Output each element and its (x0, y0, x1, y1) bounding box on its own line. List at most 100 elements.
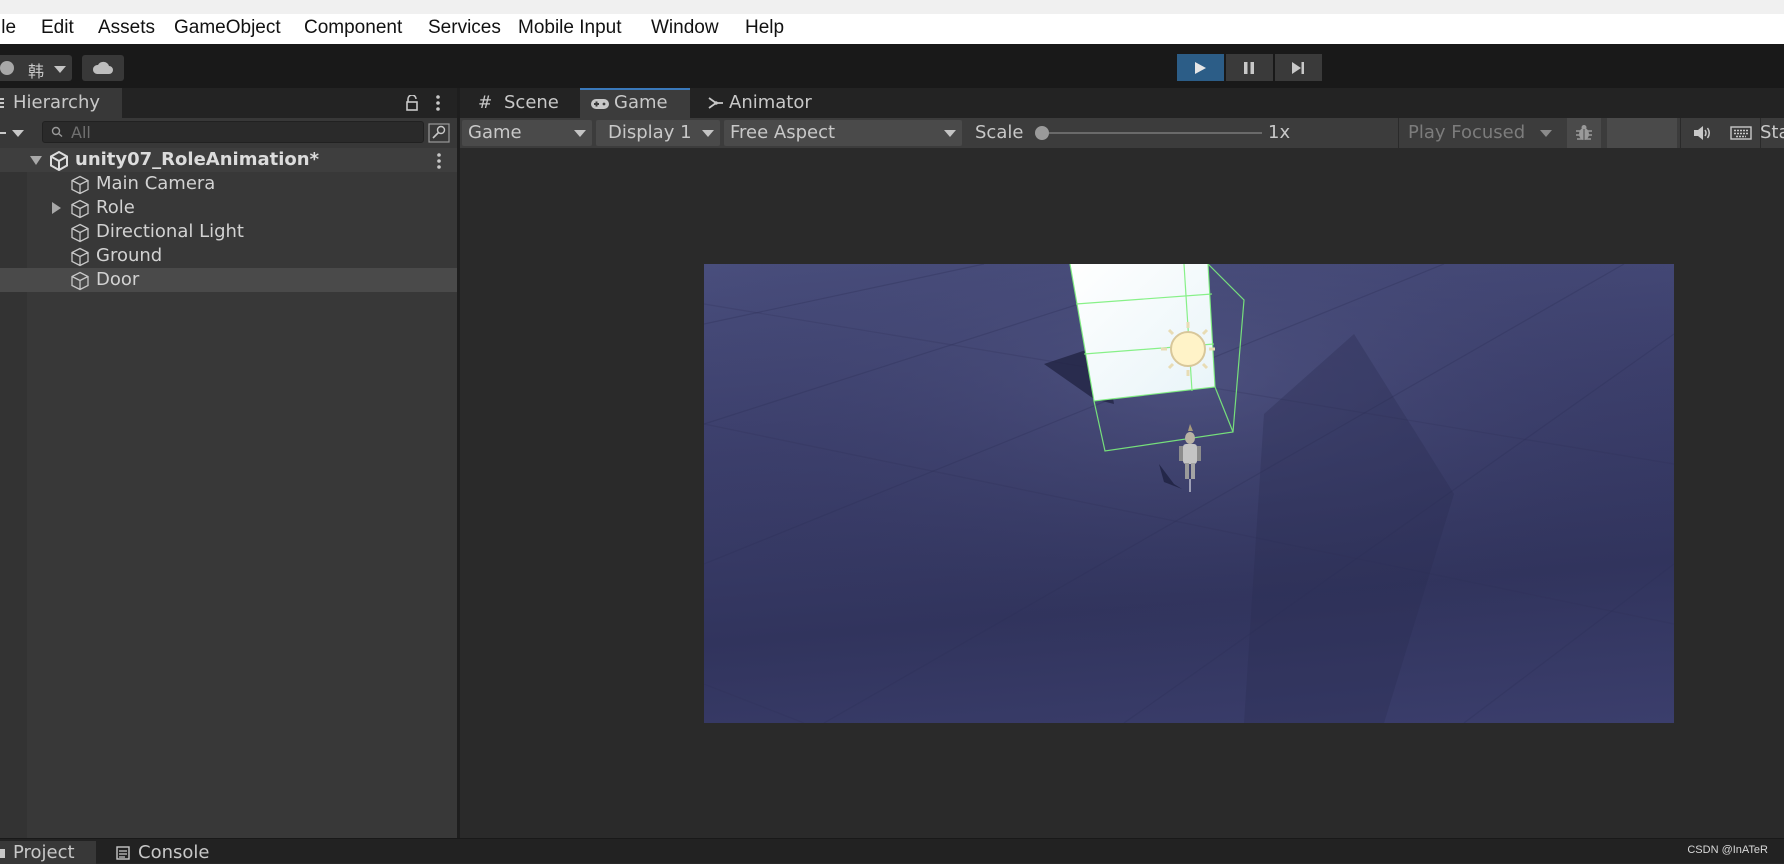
add-dropdown-icon[interactable] (0, 126, 26, 140)
expand-arrow-icon (30, 156, 42, 165)
lock-icon[interactable] (405, 95, 419, 111)
chevron-down-icon (944, 130, 956, 137)
hierarchy-item-label: Main Camera (96, 173, 216, 194)
menu-mobile-input[interactable]: Mobile Input (518, 17, 622, 39)
scale-slider-track[interactable] (1035, 126, 1262, 140)
hierarchy-item-door[interactable]: Door (0, 268, 457, 292)
main-toolbar (0, 44, 1784, 88)
account-icon (0, 61, 14, 75)
account-dropdown[interactable]: 韩 (0, 55, 72, 81)
hierarchy-search-input[interactable]: All (42, 121, 424, 143)
account-name: 韩 (28, 62, 45, 81)
menu-assets[interactable]: Assets (98, 17, 155, 39)
scale-value: 1x (1268, 122, 1291, 143)
display-value: Display 1 (608, 122, 692, 143)
chevron-down-icon (54, 66, 66, 73)
hierarchy-item-directional-light[interactable]: Directional Light (0, 220, 457, 244)
aspect-value: Free Aspect (730, 122, 836, 143)
game-viewport[interactable] (704, 264, 1674, 723)
keyboard-icon (1730, 126, 1752, 140)
tab-game[interactable]: Game (580, 88, 690, 118)
scene-name: unity07_RoleAnimation* (75, 149, 319, 170)
search-by-type-icon[interactable] (428, 123, 450, 143)
pause-button[interactable] (1226, 54, 1273, 81)
chevron-down-icon (1540, 130, 1552, 137)
scale-label: Scale (975, 122, 1024, 143)
display-dropdown[interactable]: Display 1 (596, 120, 720, 146)
menu-services[interactable]: Services (428, 17, 501, 39)
menu-file[interactable]: ile (0, 17, 16, 39)
bottom-tabbar: Project Console CSDN @InATeR (0, 838, 1784, 864)
speaker-icon (1694, 126, 1710, 140)
tab-console-label: Console (138, 842, 210, 863)
gameobject-cube-icon (71, 199, 89, 219)
tab-hierarchy[interactable]: Hierarchy (0, 88, 122, 118)
search-icon (51, 126, 63, 138)
tab-hierarchy-label: Hierarchy (13, 92, 101, 113)
game-scene-render (704, 264, 1674, 723)
tab-console[interactable]: Console (112, 841, 222, 864)
play-focused-value: Play Focused (1408, 122, 1526, 143)
menu-bar: ile Edit Assets GameObject Component Ser… (0, 14, 1784, 44)
scale-slider-thumb[interactable] (1035, 126, 1049, 140)
more-options-icon[interactable] (434, 94, 442, 112)
separator (1680, 118, 1681, 148)
view-tabbar: # Scene Game Animator (460, 88, 1784, 118)
hash-icon: # (478, 93, 493, 113)
cloud-button[interactable] (82, 55, 124, 81)
window-title-strip (0, 0, 1784, 14)
menu-component[interactable]: Component (304, 17, 402, 39)
folder-icon (0, 849, 5, 858)
bug-icon (1576, 125, 1592, 140)
step-button[interactable] (1275, 54, 1322, 81)
list-icon (0, 98, 4, 108)
play-focused-dropdown[interactable]: Play Focused (1402, 120, 1558, 146)
play-button[interactable] (1177, 54, 1224, 81)
tab-scene-label: Scene (504, 92, 559, 113)
scene-root-row[interactable]: unity07_RoleAnimation* (0, 148, 457, 172)
hierarchy-item-main-camera[interactable]: Main Camera (0, 172, 457, 196)
game-mode-dropdown[interactable]: Game (462, 120, 592, 146)
stats-button[interactable]: Sta (1760, 120, 1784, 146)
aspect-dropdown[interactable]: Free Aspect (724, 120, 962, 146)
tab-animator-label: Animator (729, 92, 812, 113)
menu-help[interactable]: Help (745, 17, 784, 39)
search-placeholder: All (71, 123, 91, 142)
play-icon (1195, 62, 1206, 74)
gamepad-icon (591, 99, 609, 109)
mute-audio-button[interactable] (1684, 118, 1720, 148)
hierarchy-item-role[interactable]: Role (0, 196, 457, 220)
debug-button[interactable] (1567, 118, 1601, 148)
scene-more-icon[interactable] (435, 152, 443, 170)
expand-arrow-icon[interactable] (52, 202, 62, 214)
hierarchy-item-label: Directional Light (96, 221, 244, 242)
gameobject-cube-icon (71, 271, 89, 291)
gameobject-cube-icon (71, 223, 89, 243)
hierarchy-item-ground[interactable]: Ground (0, 244, 457, 268)
gameobject-cube-icon (71, 247, 89, 267)
tab-scene[interactable]: # Scene (468, 88, 576, 118)
watermark: CSDN @InATeR (1687, 844, 1768, 856)
tab-project-label: Project (13, 842, 75, 863)
animator-icon (708, 97, 723, 109)
hierarchy-tabbar: Hierarchy (0, 88, 457, 118)
menu-edit[interactable]: Edit (41, 17, 74, 39)
chevron-down-icon (702, 130, 714, 137)
step-icon (1292, 62, 1304, 74)
menu-gameobject[interactable]: GameObject (174, 17, 281, 39)
blank-toolbar-slot[interactable] (1607, 118, 1677, 148)
cloud-icon (92, 61, 113, 74)
hierarchy-item-label: Ground (96, 245, 163, 266)
menu-window[interactable]: Window (651, 17, 719, 39)
tab-project[interactable]: Project (0, 841, 96, 864)
console-icon (116, 846, 130, 860)
hierarchy-item-label: Door (96, 269, 140, 290)
chevron-down-icon (574, 130, 586, 137)
separator (1398, 118, 1399, 148)
hierarchy-item-label: Role (96, 197, 135, 218)
tab-animator[interactable]: Animator (702, 88, 822, 118)
gameobject-cube-icon (71, 175, 89, 195)
pause-icon (1244, 62, 1254, 74)
shortcuts-button[interactable] (1724, 118, 1760, 148)
unity-scene-icon (50, 151, 68, 171)
